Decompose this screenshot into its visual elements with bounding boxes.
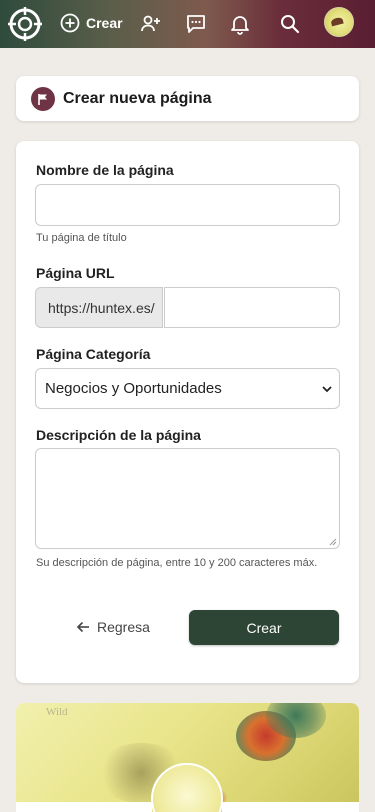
logo-icon[interactable] [8, 7, 42, 41]
cover-watermark-text: Wild [46, 706, 68, 718]
search-icon[interactable] [278, 12, 302, 36]
page-description-textarea[interactable] [35, 448, 340, 549]
avatar[interactable] [324, 7, 354, 37]
page-category-label: Página Categoría [36, 346, 151, 362]
create-button[interactable]: Crear [60, 13, 123, 33]
add-user-icon[interactable] [139, 12, 163, 36]
page-category-select[interactable]: Negocios y Oportunidades [35, 368, 340, 409]
chevron-down-icon [322, 386, 332, 393]
page-description-label: Descripción de la página [36, 427, 201, 443]
back-button[interactable]: Regresa [76, 619, 150, 635]
flag-icon [31, 86, 55, 111]
chat-icon[interactable] [184, 12, 208, 36]
url-prefix: https://huntex.es/ [35, 287, 163, 328]
top-navigation-bar: Crear [0, 0, 375, 48]
create-page-form: Nombre de la página Tu página de título … [16, 141, 359, 683]
page-name-input[interactable] [35, 184, 340, 226]
back-button-label: Regresa [97, 619, 150, 635]
page-name-label: Nombre de la página [36, 162, 174, 178]
page-url-input[interactable] [164, 287, 340, 328]
page-description-hint: Su descripción de página, entre 10 y 200… [36, 557, 318, 569]
page-name-hint: Tu página de título [36, 232, 127, 244]
profile-cover-card: Wild [16, 703, 359, 812]
category-selected-value: Negocios y Oportunidades [45, 380, 222, 397]
page-title: Crear nueva página [63, 89, 212, 107]
page-url-label: Página URL [36, 265, 115, 281]
page-title-card: Crear nueva página [16, 76, 359, 121]
profile-info-strip-right [222, 802, 359, 812]
add-circle-icon [60, 13, 80, 33]
profile-info-strip-left [16, 802, 152, 812]
create-button-label: Crear [86, 15, 123, 31]
resize-grip-icon[interactable] [329, 538, 337, 546]
create-submit-button[interactable]: Crear [189, 610, 339, 645]
arrow-left-icon [76, 621, 89, 633]
bell-icon[interactable] [228, 12, 252, 36]
